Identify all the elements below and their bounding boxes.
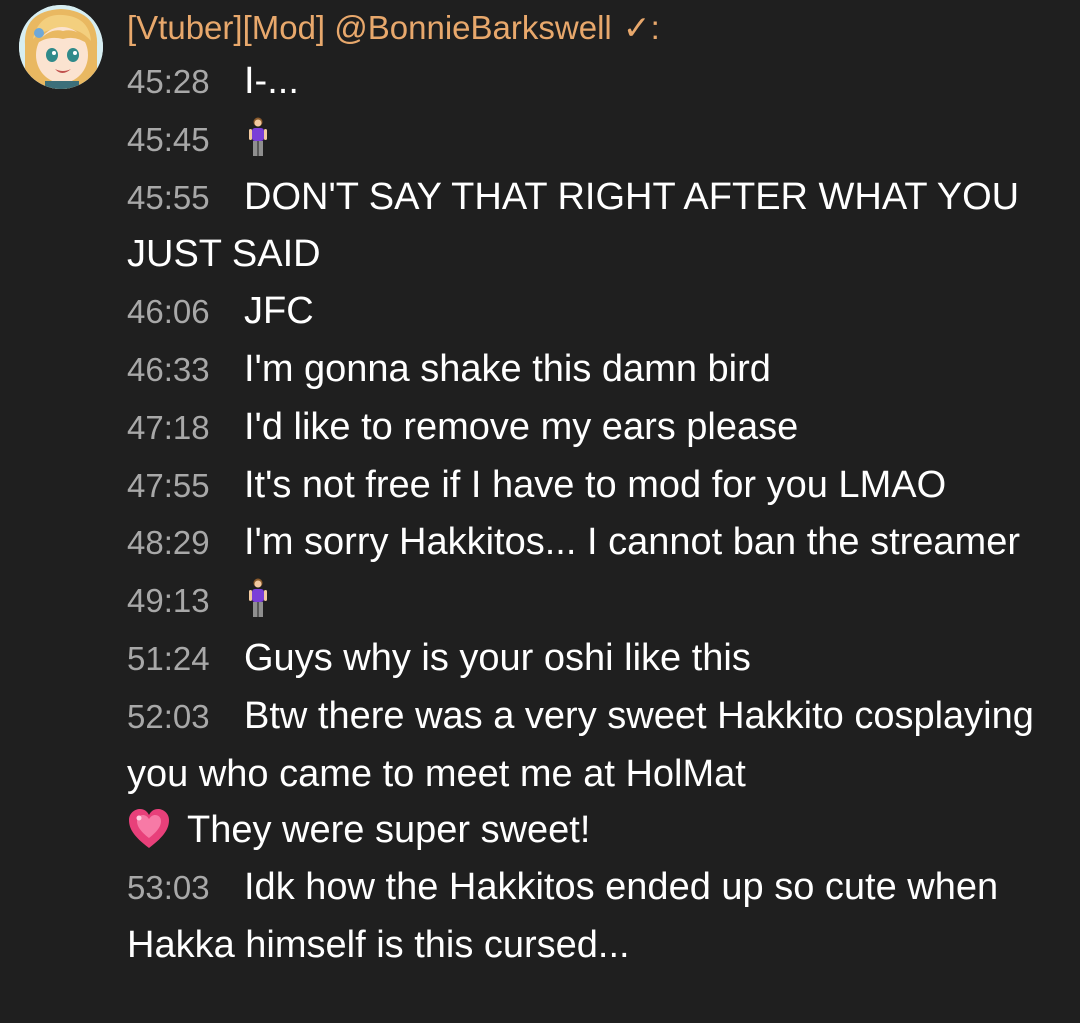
avatar-image — [19, 5, 103, 89]
message-timestamp[interactable]: 49:13 — [127, 573, 220, 630]
message-timestamp[interactable]: 45:45 — [127, 112, 220, 169]
person-standing-icon — [249, 117, 267, 156]
message-timestamp[interactable]: 45:28 — [127, 54, 220, 111]
message-text: I'm gonna shake this damn bird — [244, 347, 771, 390]
message-text: I-... — [244, 60, 299, 102]
chat-message: 47:55 It's not free if I have to mod for … — [127, 457, 1062, 515]
chat-message: 48:29 I'm sorry Hakkitos... I cannot ban … — [127, 514, 1062, 572]
author-badges: [Vtuber][Mod] — [127, 9, 326, 46]
chat-panel: [Vtuber][Mod] @BonnieBarkswell ✓: 45:28 I… — [0, 0, 1080, 1023]
message-timestamp[interactable]: 52:03 — [127, 689, 220, 746]
avatar[interactable] — [19, 5, 103, 89]
message-timestamp[interactable]: 51:24 — [127, 631, 220, 688]
message-list: 45:28 I-... 45:45 45:55 DON'T SAY THAT RIG… — [127, 53, 1062, 974]
verified-check-icon: ✓ — [622, 9, 651, 46]
chat-message: 52:03 Btw there was a very sweet Hakkito … — [127, 688, 1062, 859]
chat-message: 49:13 — [127, 572, 1062, 630]
chat-message: 51:24 Guys why is your oshi like this — [127, 630, 1062, 688]
message-text: Guys why is your oshi like this — [244, 636, 751, 679]
message-timestamp[interactable]: 48:29 — [127, 515, 220, 572]
message-text: DON'T SAY THAT RIGHT AFTER WHAT YOU JUST… — [127, 175, 1020, 276]
message-text: I'd like to remove my ears please — [244, 405, 799, 448]
message-text: They were super sweet! — [187, 809, 591, 852]
message-text: Btw there was a very sweet Hakkito cospl… — [127, 694, 1034, 795]
message-timestamp[interactable]: 53:03 — [127, 860, 220, 917]
message-timestamp[interactable]: 45:55 — [127, 170, 220, 227]
message-timestamp[interactable]: 46:06 — [127, 284, 220, 341]
message-text: It's not free if I have to mod for you L… — [244, 463, 947, 506]
chat-message: 45:55 DON'T SAY THAT RIGHT AFTER WHAT YOU… — [127, 169, 1062, 284]
author-line[interactable]: [Vtuber][Mod] @BonnieBarkswell ✓: — [127, 6, 660, 50]
chat-message: 53:03 Idk how the Hakkitos ended up so cu… — [127, 859, 1062, 974]
chat-message: 45:45 — [127, 111, 1062, 169]
chat-message: 45:28 I-... — [127, 53, 1062, 111]
sparkling-heart-icon — [129, 809, 169, 849]
message-text: JFC — [244, 290, 314, 333]
chat-message: 47:18 I'd like to remove my ears please — [127, 399, 1062, 457]
message-timestamp[interactable]: 47:55 — [127, 458, 220, 515]
author-handle[interactable]: @BonnieBarkswell — [334, 9, 611, 46]
person-standing-icon — [249, 578, 267, 618]
author-colon: : — [650, 9, 660, 46]
chat-message: 46:33 I'm gonna shake this damn bird — [127, 341, 1062, 399]
message-timestamp[interactable]: 46:33 — [127, 342, 220, 399]
message-timestamp[interactable]: 47:18 — [127, 400, 220, 457]
chat-message: 46:06 JFC — [127, 283, 1062, 341]
message-text: I'm sorry Hakkitos... I cannot ban the s… — [244, 521, 1020, 564]
message-text: Idk how the Hakkitos ended up so cute wh… — [127, 866, 999, 966]
